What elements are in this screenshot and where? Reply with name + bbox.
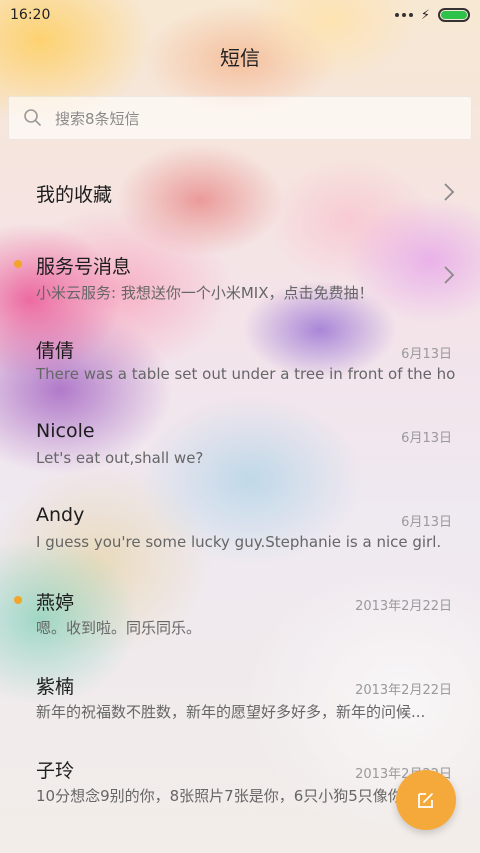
conversation-snippet: 新年的祝福数不胜数，新年的愿望好多好多，新年的问候... (36, 703, 426, 721)
chevron-right-icon (444, 266, 455, 284)
favorites-row[interactable]: 我的收藏 (0, 168, 480, 218)
conversation-date: 6月13日 (401, 347, 452, 362)
status-icons: ⚡ (394, 7, 470, 23)
page-title: 短信 (220, 46, 260, 70)
conversation-name: Nicole (36, 420, 95, 442)
conversation-row[interactable]: Nicole 6月13日 Let's eat out,shall we? (0, 418, 480, 488)
conversation-date: 6月13日 (401, 515, 452, 530)
conversation-name: 燕婷 (36, 592, 75, 614)
unread-dot (14, 596, 22, 604)
compose-icon (418, 793, 433, 808)
conversation-row-service[interactable]: 服务号消息 小米云服务: 我想送你一个小米MIX，点击免费抽！ (0, 248, 480, 318)
conversation-name: 倩倩 (36, 340, 75, 362)
conversation-snippet: Let's eat out,shall we? (36, 449, 204, 467)
status-time: 16:20 (10, 7, 51, 23)
compose-button[interactable] (396, 770, 456, 830)
chevron-right-icon (444, 183, 455, 201)
conversation-name: 子玲 (36, 760, 75, 782)
conversation-date: 6月13日 (401, 431, 452, 446)
conversation-snippet: There was a table set out under a tree i… (36, 365, 456, 383)
conversation-snippet: 10分想念9别的你，8张照片7张是你，6只小狗5只像你... (36, 787, 418, 805)
signal-dots-icon (394, 13, 413, 17)
conversation-row[interactable]: 燕婷 2013年2月22日 嗯。收到啦。同乐同乐。 (0, 586, 480, 656)
charging-icon: ⚡ (420, 7, 430, 23)
conversation-snippet: I guess you're some lucky guy.Stephanie … (36, 533, 442, 551)
conversation-date: 2013年2月22日 (355, 599, 452, 614)
conversation-date: 2013年2月22日 (355, 683, 452, 698)
conversation-name: Andy (36, 504, 85, 526)
search-icon (24, 109, 41, 126)
unread-dot (14, 260, 22, 268)
conversation-row[interactable]: 倩倩 6月13日 There was a table set out under… (0, 334, 480, 404)
conversation-snippet: 嗯。收到啦。同乐同乐。 (36, 619, 202, 637)
conversation-name: 紫楠 (36, 676, 75, 698)
conversation-name: 服务号消息 (36, 256, 132, 278)
favorites-label: 我的收藏 (36, 184, 113, 206)
status-bar: 16:20 ⚡ (0, 0, 480, 30)
conversation-row[interactable]: Andy 6月13日 I guess you're some lucky guy… (0, 502, 480, 572)
search-placeholder: 搜索8条短信 (55, 109, 140, 128)
search-input[interactable]: 搜索8条短信 (8, 96, 472, 140)
conversation-row[interactable]: 紫楠 2013年2月22日 新年的祝福数不胜数，新年的愿望好多好多，新年的问候.… (0, 670, 480, 740)
conversation-snippet: 小米云服务: 我想送你一个小米MIX，点击免费抽！ (36, 284, 374, 302)
battery-icon (438, 8, 470, 22)
